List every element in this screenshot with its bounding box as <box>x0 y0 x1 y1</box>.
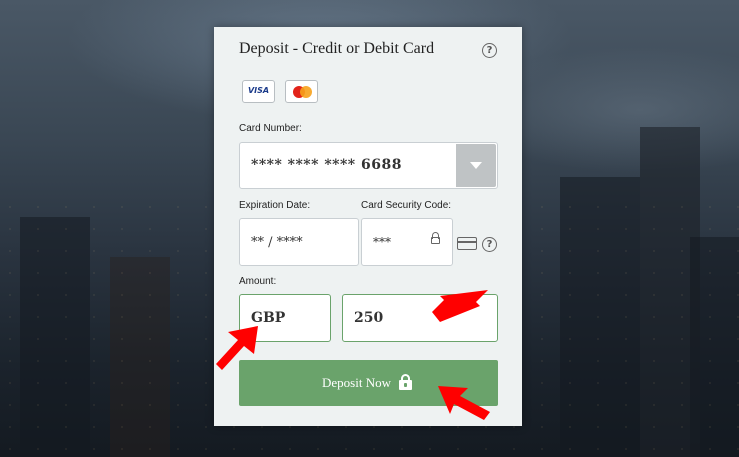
lock-icon <box>431 232 440 244</box>
mastercard-logo[interactable] <box>285 80 318 103</box>
chevron-down-icon[interactable] <box>456 144 496 187</box>
card-number-select[interactable]: **** **** **** 6688 <box>239 142 498 189</box>
amount-value: 250 <box>354 310 384 326</box>
red-annotation-arrow <box>216 326 258 370</box>
security-code-value: *** <box>373 235 391 249</box>
visa-logo[interactable]: VISA <box>242 80 275 103</box>
security-code-field[interactable]: *** <box>361 218 453 266</box>
card-number-label: Card Number: <box>239 123 302 134</box>
card-number-value: **** **** **** 6688 <box>251 157 402 173</box>
expiration-date-label: Expiration Date: <box>239 200 311 211</box>
red-annotation-arrow <box>432 290 488 322</box>
expiration-date-field[interactable]: ** / **** <box>239 218 359 266</box>
deposit-now-label: Deposit Now <box>322 375 391 390</box>
credit-card-icon <box>457 237 477 250</box>
lock-icon <box>399 374 412 390</box>
expiration-date-value: ** / **** <box>251 235 303 250</box>
help-icon[interactable]: ? <box>482 43 497 58</box>
amount-label: Amount: <box>239 276 277 287</box>
red-annotation-arrow <box>438 386 490 420</box>
panel-title: Deposit - Credit or Debit Card <box>239 40 435 57</box>
security-code-help-icon[interactable]: ? <box>482 237 497 252</box>
security-code-label: Card Security Code: <box>361 200 452 211</box>
